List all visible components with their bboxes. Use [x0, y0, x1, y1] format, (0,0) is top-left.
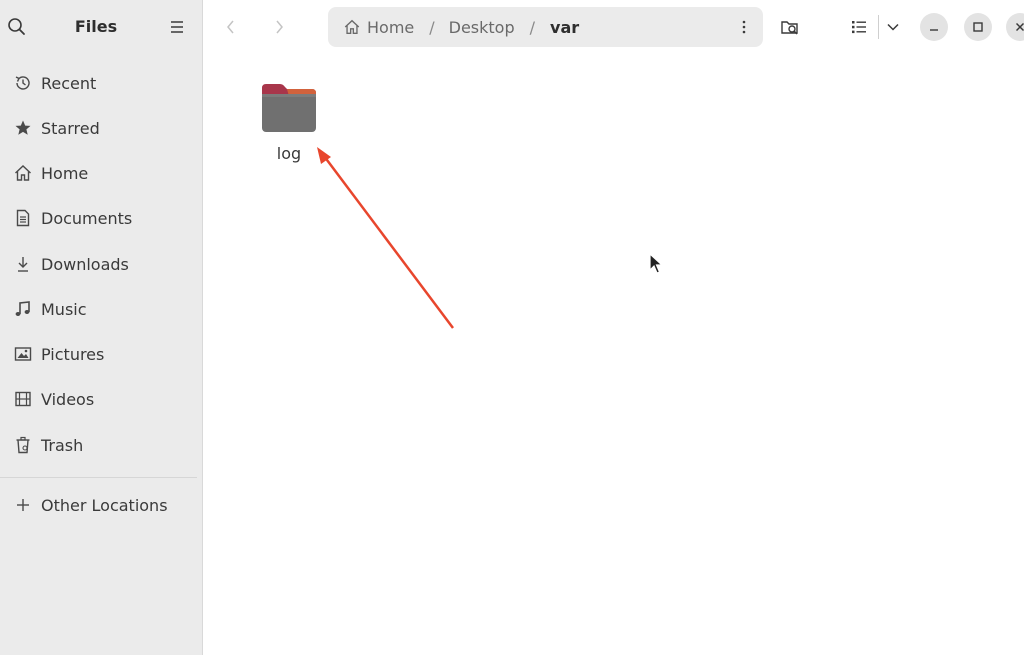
- toolbar-separator: [878, 15, 879, 39]
- folder-search-icon: [781, 21, 798, 35]
- chevron-down-icon: [887, 23, 899, 31]
- sidebar-divider: [0, 477, 197, 478]
- sidebar-item-label: Documents: [41, 208, 133, 228]
- close-button[interactable]: [1006, 13, 1024, 41]
- sidebar-item-label: Downloads: [41, 254, 129, 274]
- music-icon: [12, 298, 34, 320]
- sidebar: Files Recent Starred Home Documents Down…: [0, 0, 203, 655]
- view-options-button[interactable]: [880, 14, 906, 40]
- document-icon: [12, 207, 34, 229]
- header-bar: Home / Desktop / var: [204, 0, 1024, 54]
- sidebar-item-label: Videos: [41, 389, 95, 409]
- view-list-button[interactable]: [846, 14, 872, 40]
- star-icon: [12, 117, 34, 139]
- chevron-right-icon: [276, 20, 283, 34]
- breadcrumb-separator: /: [429, 17, 435, 37]
- sidebar-item-label: Starred: [41, 118, 100, 138]
- plus-icon: [12, 494, 34, 516]
- kebab-menu-icon: [742, 20, 746, 34]
- close-icon: [1015, 22, 1024, 32]
- minimize-icon: [930, 29, 938, 31]
- sidebar-item-label: Pictures: [41, 344, 105, 364]
- minimize-button[interactable]: [920, 13, 948, 41]
- app-title: Files: [74, 17, 118, 36]
- list-view-icon: [852, 21, 866, 34]
- maximize-icon: [973, 22, 983, 32]
- sidebar-item-pictures[interactable]: Pictures: [6, 336, 196, 372]
- sidebar-item-label: Recent: [41, 73, 97, 93]
- sidebar-item-label: Other Locations: [41, 495, 168, 515]
- breadcrumb-separator: /: [529, 17, 536, 37]
- sidebar-item-recent[interactable]: Recent: [6, 65, 196, 101]
- sidebar-item-starred[interactable]: Starred: [6, 110, 196, 146]
- sidebar-item-downloads[interactable]: Downloads: [6, 246, 196, 282]
- annotation-arrow: [317, 147, 454, 329]
- sidebar-item-music[interactable]: Music: [6, 291, 196, 327]
- file-view[interactable]: log: [204, 54, 1024, 655]
- breadcrumb-home[interactable]: Home: [367, 18, 414, 37]
- path-menu-button[interactable]: [735, 18, 753, 36]
- mouse-cursor: [649, 252, 664, 274]
- sidebar-item-documents[interactable]: Documents: [6, 200, 196, 236]
- sidebar-item-label: Trash: [41, 435, 84, 455]
- chevron-left-icon: [227, 20, 234, 34]
- back-button[interactable]: [218, 14, 244, 40]
- sidebar-header: Files: [0, 0, 203, 54]
- trash-icon: [12, 434, 34, 456]
- breadcrumb-current[interactable]: var: [550, 18, 579, 37]
- path-bar[interactable]: Home / Desktop / var: [328, 7, 763, 47]
- sidebar-item-home[interactable]: Home: [6, 155, 196, 191]
- maximize-button[interactable]: [964, 13, 992, 41]
- video-icon: [12, 388, 34, 410]
- picture-icon: [12, 343, 34, 365]
- clock-icon: [12, 72, 34, 94]
- breadcrumb-desktop[interactable]: Desktop: [449, 18, 515, 37]
- hamburger-icon: [171, 21, 183, 33]
- sidebar-item-other-locations[interactable]: Other Locations: [6, 487, 196, 523]
- search-in-folder-button[interactable]: [777, 14, 803, 40]
- home-icon: [12, 162, 34, 184]
- home-icon: [343, 18, 361, 36]
- sidebar-item-label: Home: [41, 163, 89, 183]
- sidebar-item-label: Music: [41, 299, 87, 319]
- sidebar-item-trash[interactable]: Trash: [6, 427, 196, 463]
- main-menu-button[interactable]: [166, 16, 188, 38]
- download-icon: [12, 253, 34, 275]
- forward-button[interactable]: [266, 14, 292, 40]
- sidebar-item-videos[interactable]: Videos: [6, 381, 196, 417]
